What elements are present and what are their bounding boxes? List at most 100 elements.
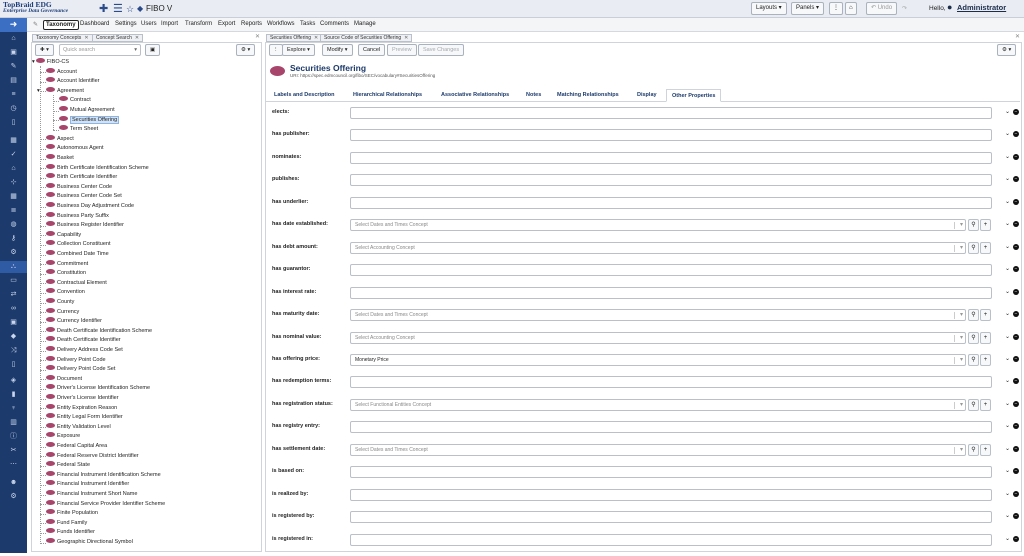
explore-button[interactable]: Explore ▾ <box>282 44 315 56</box>
add-value-button[interactable]: + <box>980 309 991 322</box>
tree-node[interactable]: Exposure <box>46 432 80 441</box>
tab-hierarchical-relationships[interactable]: Hierarchical Relationships <box>353 92 422 98</box>
trophy-icon[interactable]: ♆ <box>0 403 27 415</box>
tree-node[interactable]: Federal Capital Area <box>46 442 107 451</box>
chevron-down-icon[interactable]: ⌄ <box>1005 333 1010 340</box>
remove-icon[interactable]: − <box>1013 109 1019 115</box>
list2-icon[interactable]: ≣ <box>0 205 27 217</box>
star-icon[interactable]: ☆ <box>126 2 134 16</box>
search-value-button[interactable]: ⚲ <box>968 353 979 366</box>
close-icon[interactable]: ✕ <box>84 35 88 41</box>
remove-icon[interactable]: − <box>1013 176 1019 183</box>
property-input[interactable] <box>350 511 992 524</box>
globe-icon[interactable]: ◍ <box>0 219 27 231</box>
tree-node[interactable]: Delivery Point Code <box>46 355 106 365</box>
add-value-button[interactable]: + <box>980 331 991 344</box>
property-input[interactable] <box>350 107 992 119</box>
tree-node[interactable]: Funds Identifier <box>46 528 95 537</box>
tree-node[interactable]: Document <box>46 374 82 384</box>
remove-icon[interactable]: − <box>1013 400 1019 407</box>
tools-icon[interactable]: ✂ <box>0 445 27 457</box>
remove-icon[interactable]: − <box>1013 198 1019 205</box>
tab-other-properties[interactable]: Other Properties <box>666 89 722 102</box>
search-options-button[interactable]: ▣ <box>145 44 161 56</box>
tag-icon[interactable]: ◆ <box>0 331 27 343</box>
tree-node[interactable]: Driver's License Identifier <box>46 394 119 403</box>
more-button[interactable]: ⋮ <box>829 2 843 15</box>
menu-taxonomy[interactable]: Taxonomy <box>43 20 79 30</box>
tree-node[interactable]: Business Center Code <box>46 182 112 192</box>
menu-tasks[interactable]: Tasks <box>300 21 315 27</box>
tree-node[interactable]: Driver's License Identification Scheme <box>46 384 150 393</box>
tree-node[interactable]: Financial Instrument Short Name <box>46 490 137 499</box>
panels-button[interactable]: Panels ▾ <box>791 2 825 15</box>
tree-node[interactable]: Account <box>46 67 77 77</box>
clock-icon[interactable]: ◷ <box>0 103 27 115</box>
chevron-down-icon[interactable]: ⌄ <box>1005 130 1010 137</box>
add-icon[interactable]: ✚ <box>99 2 108 16</box>
key-icon[interactable]: ⚷ <box>0 233 27 245</box>
tree-node[interactable]: Aspect <box>46 134 74 144</box>
property-input[interactable] <box>350 151 992 164</box>
quick-search-input[interactable]: Quick search ▾ <box>59 44 141 56</box>
tree-node[interactable]: Capability <box>46 230 81 240</box>
tree-node[interactable]: Birth Certificate Identifier <box>46 173 117 182</box>
chevron-down-icon[interactable]: ⌄ <box>1005 153 1010 160</box>
add-value-button[interactable]: + <box>980 353 991 366</box>
tree-node[interactable]: Business Center Code Set <box>46 192 122 201</box>
menu-export[interactable]: Export <box>218 21 235 27</box>
tree-node[interactable]: Business Day Adjustment Code <box>46 202 134 211</box>
chevron-down-icon[interactable]: ⌄ <box>1005 198 1010 205</box>
database-icon[interactable]: ▭ <box>0 275 27 287</box>
chevron-down-icon[interactable]: ⌄ <box>1005 288 1010 295</box>
remove-icon[interactable]: − <box>1013 468 1019 475</box>
link-icon[interactable]: ∞ <box>0 303 27 315</box>
chevron-down-icon[interactable]: ⌄ <box>1005 108 1010 115</box>
add-concept-button[interactable]: ✚ ▾ <box>35 44 54 56</box>
menu-settings[interactable]: Settings <box>115 21 137 27</box>
search-value-button[interactable]: ⚲ <box>968 443 979 456</box>
chevron-down-icon[interactable]: ⌄ <box>1005 467 1010 474</box>
tree-node[interactable]: Geographic Directional Symbol <box>46 538 133 547</box>
chevron-down-icon[interactable]: ⌄ <box>1005 422 1010 429</box>
save-changes-button[interactable]: Save Changes <box>418 44 465 56</box>
layouts-button[interactable]: Layouts ▾ <box>751 2 787 15</box>
tree-node[interactable]: Basket <box>46 154 74 163</box>
tree-node[interactable]: Contractual Element <box>46 278 107 288</box>
list-icon[interactable]: ≡ <box>0 89 27 101</box>
tree-node[interactable]: Death Certificate Identifier <box>46 336 121 345</box>
tree-node[interactable]: Currency Identifier <box>46 317 102 326</box>
menu-dashboard[interactable]: Dashboard <box>80 21 109 27</box>
check-icon[interactable]: ✓ <box>0 149 27 161</box>
right-gear-button[interactable]: ⚙ ▾ <box>997 44 1017 56</box>
tab-securities-offering[interactable]: Securities Offering ✕ <box>266 34 323 42</box>
shuffle-icon[interactable]: ⤨ <box>0 345 27 357</box>
tree-node[interactable]: Finite Population <box>46 509 98 518</box>
tree-node[interactable]: Death Certificate Identification Scheme <box>46 326 152 336</box>
arrow-right-icon[interactable]: ➜ <box>0 18 27 32</box>
chevron-down-icon[interactable]: ⌄ <box>1005 535 1010 542</box>
home-button[interactable]: ⌂ <box>845 2 857 15</box>
remove-icon[interactable]: − <box>1013 490 1019 497</box>
tree-node[interactable]: Financial Service Provider Identifier Sc… <box>46 499 165 509</box>
tree-node[interactable]: County <box>46 298 74 307</box>
menu-reports[interactable]: Reports <box>241 21 262 27</box>
menu-comments[interactable]: Comments <box>320 21 349 27</box>
user-name-link[interactable]: Administrator <box>957 3 1006 12</box>
remove-icon[interactable]: − <box>1013 243 1019 250</box>
close-icon[interactable]: ✕ <box>255 33 260 40</box>
chart-icon[interactable]: ▤ <box>0 75 27 87</box>
tab-labels-description[interactable]: Labels and Description <box>274 92 335 98</box>
search-value-button[interactable]: ⚲ <box>968 331 979 344</box>
tags-icon[interactable]: ◈ <box>0 375 27 387</box>
tab-source-code[interactable]: Source Code of Securities Offering ✕ <box>320 34 413 42</box>
search-value-button[interactable]: ⚲ <box>968 219 979 232</box>
add-value-button[interactable]: + <box>980 398 991 411</box>
chevron-down-icon[interactable]: ⌄ <box>1005 175 1010 182</box>
remove-icon[interactable]: − <box>1013 535 1019 542</box>
add-value-button[interactable]: + <box>980 443 991 456</box>
tree-node[interactable]: Federal State <box>46 461 90 470</box>
close-icon[interactable]: ✕ <box>314 35 318 41</box>
tab-taxonomy-concepts[interactable]: Taxonomy Concepts ✕ <box>32 34 93 42</box>
remove-icon[interactable]: − <box>1013 221 1019 228</box>
